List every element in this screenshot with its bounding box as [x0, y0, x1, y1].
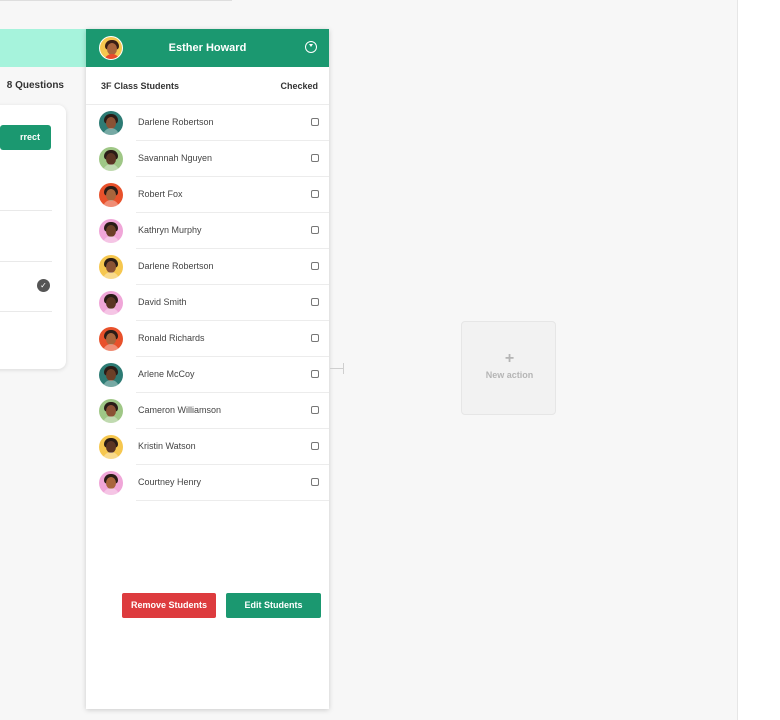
student-avatar: [99, 183, 123, 207]
student-panel: Esther Howard 3F Class Students Checked …: [86, 29, 329, 709]
avatar-body: [103, 128, 119, 135]
student-row[interactable]: Ronald Richards: [86, 321, 329, 357]
flow-connector: [330, 368, 344, 369]
student-row[interactable]: Cameron Williamson: [86, 393, 329, 429]
student-avatar: [99, 435, 123, 459]
plus-icon: +: [504, 350, 515, 367]
checked-checkbox[interactable]: [311, 334, 319, 342]
checked-column-label: Checked: [280, 81, 318, 91]
student-row[interactable]: Savannah Nguyen: [86, 141, 329, 177]
checked-checkbox[interactable]: [311, 478, 319, 486]
row-divider: [136, 500, 329, 501]
avatar-body: [103, 272, 119, 279]
quiz-panel-header: [0, 29, 86, 67]
check-circle-icon[interactable]: ✓: [37, 279, 50, 292]
avatar-body: [103, 488, 119, 495]
avatar-body: [103, 236, 119, 243]
avatar-body: [103, 380, 119, 387]
checked-checkbox[interactable]: [311, 118, 319, 126]
student-avatar: [99, 327, 123, 351]
student-name: Cameron Williamson: [138, 405, 222, 415]
answer-divider: [0, 311, 52, 312]
checked-checkbox[interactable]: [311, 442, 319, 450]
student-row[interactable]: Kathryn Murphy: [86, 213, 329, 249]
correct-button[interactable]: rrect: [0, 125, 51, 150]
questions-count: 8 Questions: [6, 80, 64, 91]
correct-button-label: rrect: [19, 132, 40, 142]
student-name: Courtney Henry: [138, 477, 202, 487]
avatar-body: [103, 416, 119, 423]
student-name: Ronald Richards: [138, 333, 205, 343]
student-avatar: [99, 255, 123, 279]
class-name: 3F Class Students: [101, 81, 180, 91]
student-row[interactable]: Darlene Robertson: [86, 105, 329, 141]
student-name: Darlene Robertson: [138, 261, 214, 271]
checked-checkbox[interactable]: [311, 262, 319, 270]
remove-students-button[interactable]: Remove Students: [122, 593, 216, 618]
student-name: Robert Fox: [138, 189, 183, 199]
top-divider: [0, 0, 232, 1]
student-row[interactable]: Darlene Robertson: [86, 249, 329, 285]
student-avatar: [99, 219, 123, 243]
avatar-body: [103, 344, 119, 351]
avatar-body: [103, 164, 119, 171]
chevron-down-icon[interactable]: [305, 41, 317, 53]
student-row[interactable]: David Smith: [86, 285, 329, 321]
checked-checkbox[interactable]: [311, 226, 319, 234]
avatar-body: [103, 308, 119, 315]
student-row[interactable]: Courtney Henry: [86, 465, 329, 501]
student-row[interactable]: Arlene McCoy: [86, 357, 329, 393]
student-name: Darlene Robertson: [138, 117, 214, 127]
student-name: Kathryn Murphy: [138, 225, 202, 235]
panel-header: Esther Howard: [86, 29, 329, 67]
student-avatar: [99, 147, 123, 171]
checked-checkbox[interactable]: [311, 154, 319, 162]
avatar-body: [103, 200, 119, 207]
student-avatar: [99, 399, 123, 423]
student-avatar: [99, 471, 123, 495]
flow-connector-cap: [343, 363, 344, 374]
student-avatar: [99, 363, 123, 387]
student-name: Arlene McCoy: [138, 369, 195, 379]
student-row[interactable]: Kristin Watson: [86, 429, 329, 465]
new-action-button[interactable]: + New action: [461, 321, 556, 415]
new-action-label: New action: [485, 370, 534, 380]
checked-checkbox[interactable]: [311, 370, 319, 378]
edit-students-button[interactable]: Edit Students: [226, 593, 321, 618]
student-avatar: [99, 111, 123, 135]
right-edge-panel: [737, 0, 780, 720]
class-header: 3F Class Students Checked: [86, 67, 329, 105]
checked-checkbox[interactable]: [311, 190, 319, 198]
checked-checkbox[interactable]: [311, 406, 319, 414]
checked-checkbox[interactable]: [311, 298, 319, 306]
student-name: Savannah Nguyen: [138, 153, 213, 163]
student-avatar: [99, 291, 123, 315]
student-name: David Smith: [138, 297, 187, 307]
answer-divider: [0, 210, 52, 211]
avatar-body: [103, 452, 119, 459]
user-avatar[interactable]: [99, 36, 123, 60]
student-name: Kristin Watson: [138, 441, 196, 451]
answer-divider: [0, 261, 52, 262]
student-row[interactable]: Robert Fox: [86, 177, 329, 213]
